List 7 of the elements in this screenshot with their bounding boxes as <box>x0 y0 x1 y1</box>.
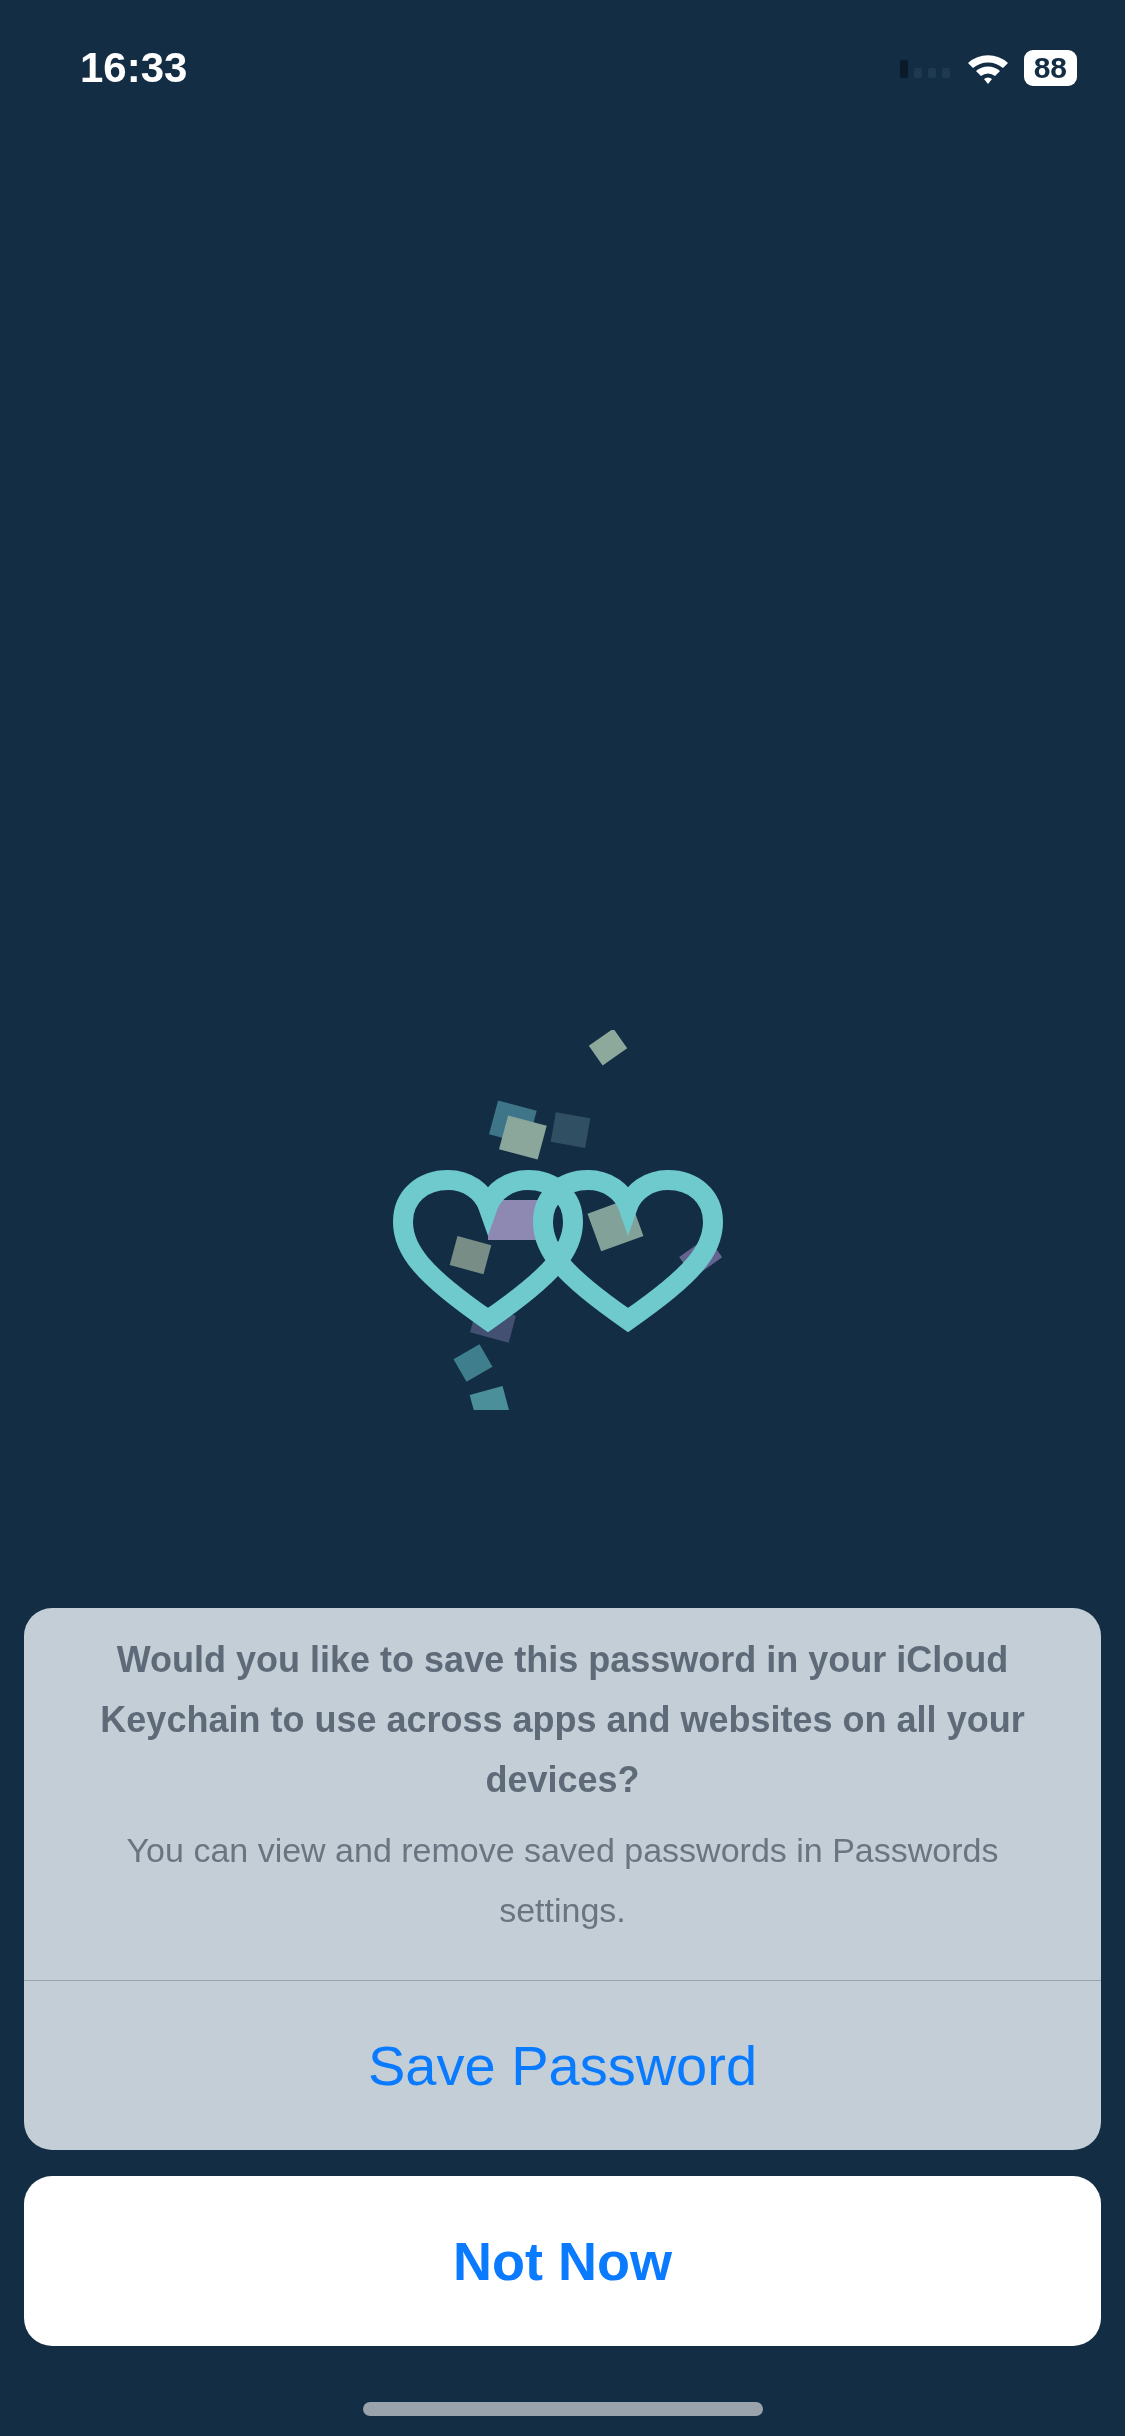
status-time: 16:33 <box>80 44 188 92</box>
battery-level: 88 <box>1023 50 1077 86</box>
signal-icon <box>899 58 952 78</box>
not-now-button[interactable]: Not Now <box>24 2176 1101 2346</box>
alert-title: Would you like to save this password in your iCloud Keychain to use across apps and websites on all your devices? <box>99 1638 1026 1802</box>
alert-message: You can view and remove saved passwords in Passwords settings. <box>125 1830 1000 1931</box>
save-password-button[interactable]: Save Password <box>24 1980 1101 2150</box>
